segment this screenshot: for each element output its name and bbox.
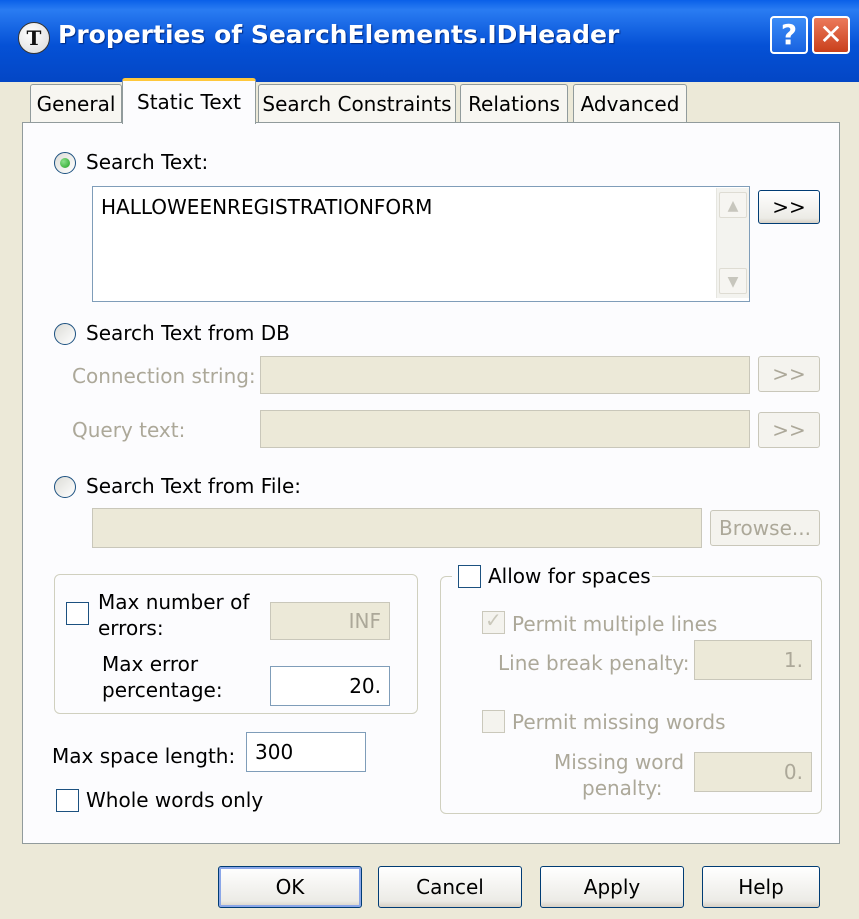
tab-static-text[interactable]: Static Text xyxy=(122,78,256,124)
connection-string-input[interactable] xyxy=(260,356,750,394)
search-file-label: Search Text from File: xyxy=(86,474,301,498)
max-space-length-input[interactable]: 300 xyxy=(246,732,366,772)
search-db-label: Search Text from DB xyxy=(86,321,290,345)
properties-dialog: T Properties of SearchElements.IDHeader … xyxy=(0,0,859,919)
checkmark-icon: ✓ xyxy=(485,608,502,632)
title-bar[interactable]: T Properties of SearchElements.IDHeader … xyxy=(0,0,859,82)
search-text-value: HALLOWEENREGISTRATIONFORM xyxy=(101,195,433,219)
tab-advanced[interactable]: Advanced xyxy=(573,84,687,122)
whole-words-checkbox[interactable] xyxy=(56,789,79,812)
close-button[interactable]: ✕ xyxy=(812,16,850,54)
help-button[interactable]: Help xyxy=(702,866,820,908)
permit-missing-words-label: Permit missing words xyxy=(512,710,726,734)
ok-button[interactable]: OK xyxy=(218,866,362,908)
search-file-input[interactable] xyxy=(92,508,702,548)
max-error-pct-label-line1: Max error xyxy=(102,652,199,676)
line-break-penalty-input[interactable]: 1. xyxy=(694,640,812,680)
search-file-radio[interactable] xyxy=(54,476,76,498)
max-errors-checkbox[interactable] xyxy=(66,602,89,625)
search-text-label: Search Text: xyxy=(86,150,209,174)
search-text-radio[interactable] xyxy=(54,152,76,174)
max-errors-label-line1: Max number of xyxy=(98,590,250,614)
line-break-penalty-label: Line break penalty: xyxy=(498,651,690,675)
missing-word-penalty-label-line2: penalty: xyxy=(582,776,663,800)
permit-multiple-lines-label: Permit multiple lines xyxy=(512,612,718,636)
apply-button[interactable]: Apply xyxy=(540,866,684,908)
max-error-pct-label-line2: percentage: xyxy=(102,678,223,702)
allow-spaces-label: Allow for spaces xyxy=(488,564,651,588)
whole-words-label: Whole words only xyxy=(86,788,264,812)
scroll-up-icon[interactable]: ▲ xyxy=(719,192,747,218)
query-text-button[interactable]: >> xyxy=(758,412,820,448)
app-icon: T xyxy=(18,22,50,54)
cancel-button[interactable]: Cancel xyxy=(378,866,522,908)
missing-word-penalty-label-line1: Missing word xyxy=(554,750,685,774)
help-icon: ? xyxy=(780,18,798,51)
search-text-expand-button[interactable]: >> xyxy=(758,190,820,224)
max-space-length-label: Max space length: xyxy=(52,744,236,768)
max-error-pct-input[interactable]: 20. xyxy=(270,666,390,706)
connection-string-label: Connection string: xyxy=(72,364,256,388)
max-errors-input[interactable]: INF xyxy=(270,602,390,640)
close-icon: ✕ xyxy=(819,18,843,51)
permit-missing-words-checkbox[interactable] xyxy=(482,710,505,733)
search-text-scrollbar[interactable]: ▲ ▼ xyxy=(716,188,749,298)
browse-button[interactable]: Browse... xyxy=(710,510,820,546)
scroll-down-icon[interactable]: ▼ xyxy=(719,268,747,294)
connection-string-button[interactable]: >> xyxy=(758,356,820,392)
radio-selected-dot xyxy=(60,158,70,168)
query-text-input[interactable] xyxy=(260,410,750,448)
missing-word-penalty-input[interactable]: 0. xyxy=(694,752,812,792)
tab-general[interactable]: General xyxy=(30,84,122,122)
max-errors-label-line2: errors: xyxy=(98,616,164,640)
tab-search-constraints[interactable]: Search Constraints xyxy=(258,84,456,122)
search-db-radio[interactable] xyxy=(54,323,76,345)
allow-spaces-checkbox[interactable] xyxy=(458,565,481,588)
search-text-input[interactable]: HALLOWEENREGISTRATIONFORM xyxy=(92,186,750,302)
tab-relations[interactable]: Relations xyxy=(460,84,568,122)
window-title: Properties of SearchElements.IDHeader xyxy=(58,20,620,49)
query-text-label: Query text: xyxy=(72,418,186,442)
help-title-button[interactable]: ? xyxy=(770,16,808,54)
permit-multiple-lines-checkbox[interactable]: ✓ xyxy=(482,608,505,634)
